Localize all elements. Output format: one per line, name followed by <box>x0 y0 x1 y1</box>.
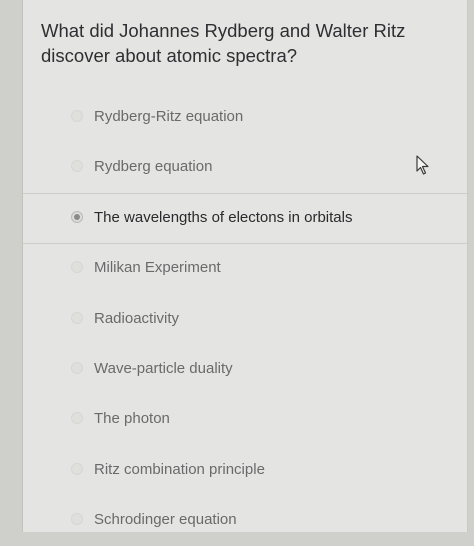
mouse-pointer-icon <box>416 155 429 175</box>
answer-label: Milikan Experiment <box>94 259 221 277</box>
question-text: What did Johannes Rydberg and Walter Rit… <box>41 20 406 66</box>
radio-button[interactable] <box>71 361 83 374</box>
answer-option[interactable]: Rydberg equation <box>23 142 467 192</box>
answer-option[interactable]: Radioactivity <box>23 294 467 344</box>
answer-label: The photon <box>94 410 170 428</box>
radio-button-checked[interactable] <box>71 210 83 223</box>
answer-option[interactable]: Milikan Experiment <box>23 243 467 293</box>
radio-button[interactable] <box>71 160 83 173</box>
answer-option-selected[interactable]: The wavelengths of electons in orbitals <box>23 192 467 243</box>
radio-button[interactable] <box>71 462 83 475</box>
answer-option[interactable]: Ritz combination principle <box>23 445 467 495</box>
answer-option[interactable]: Schrodinger equation <box>23 495 467 545</box>
answer-label: Ritz combination principle <box>94 460 265 478</box>
radio-button[interactable] <box>71 513 83 526</box>
answer-label: The wavelengths of electons in orbitals <box>94 208 353 226</box>
quiz-card: What did Johannes Rydberg and Walter Rit… <box>22 0 468 532</box>
radio-button[interactable] <box>71 311 83 324</box>
answer-label: Radioactivity <box>94 309 180 327</box>
answer-options: Rydberg-Ritz equation Rydberg equation T… <box>23 92 467 546</box>
radio-button[interactable] <box>71 261 83 274</box>
answer-option[interactable]: Wave-particle duality <box>23 344 467 394</box>
answer-label: Rydberg-Ritz equation <box>94 108 244 125</box>
answer-label: Rydberg equation <box>94 158 213 176</box>
answer-option[interactable]: Rydberg-Ritz equation <box>23 92 467 142</box>
answer-label: Schrodinger equation <box>94 511 237 529</box>
answer-label: Wave-particle duality <box>94 359 233 377</box>
radio-button[interactable] <box>71 110 83 122</box>
radio-button[interactable] <box>71 412 83 425</box>
answer-option[interactable]: The photon <box>23 394 467 444</box>
